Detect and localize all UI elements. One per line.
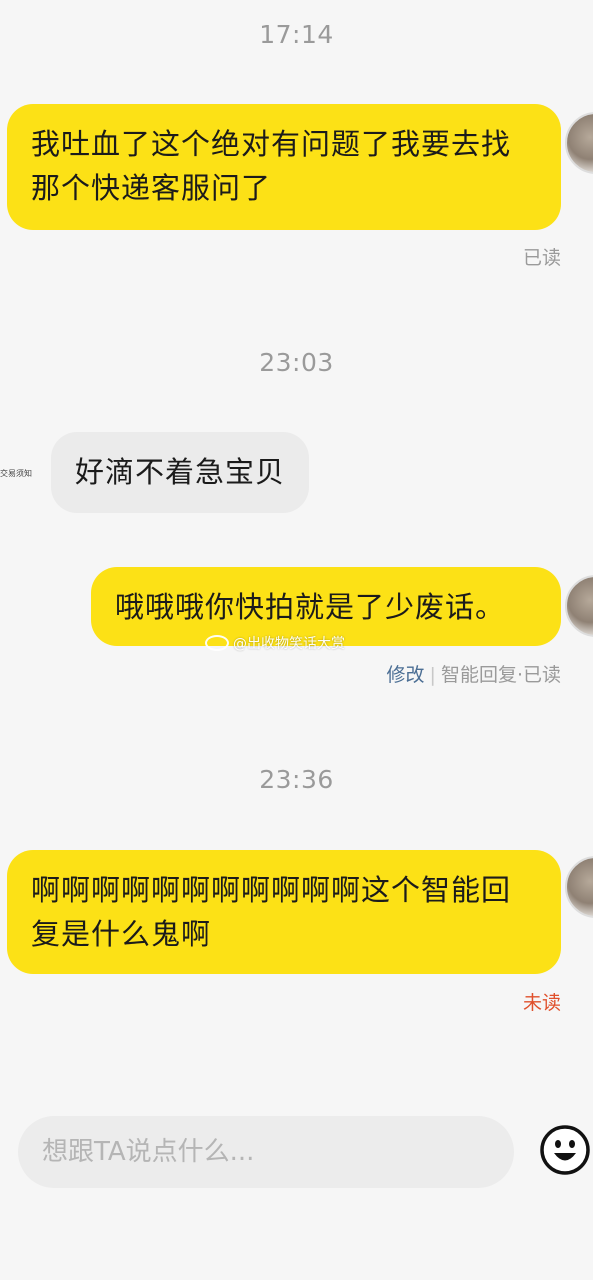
side-caption: 交易须知 — [0, 469, 32, 478]
timestamp: 23:36 — [259, 765, 334, 794]
unread-status: 未读 — [523, 988, 561, 1015]
my-avatar[interactable] — [565, 112, 593, 174]
watermark: @出收物笑话大赏 — [205, 633, 345, 653]
message-input-container — [18, 1116, 514, 1188]
read-status: 已读 — [522, 247, 561, 269]
weibo-logo-icon — [205, 635, 229, 651]
timestamp: 17:14 — [259, 20, 334, 49]
edit-link[interactable]: 修改 — [387, 664, 425, 686]
smiley-face-icon[interactable] — [539, 1124, 591, 1176]
their-message-bubble[interactable]: 好滴不着急宝贝 — [51, 432, 310, 513]
my-avatar[interactable] — [565, 856, 593, 918]
smart-reply-read-status: 智能回复·已读 — [440, 664, 561, 686]
unread-label: 未读 — [522, 992, 561, 1014]
timestamp: 23:03 — [259, 348, 334, 377]
status-divider: | — [429, 664, 436, 686]
watermark-text: @出收物笑话大赏 — [233, 636, 345, 652]
my-message-bubble[interactable]: 我吐血了这个绝对有问题了我要去找那个快递客服问了 — [7, 104, 561, 230]
my-message-bubble[interactable]: 啊啊啊啊啊啊啊啊啊啊啊这个智能回复是什么鬼啊 — [7, 850, 561, 974]
message-text: 我吐血了这个绝对有问题了我要去找那个快递客服问了 — [31, 127, 512, 205]
message-text: 啊啊啊啊啊啊啊啊啊啊啊这个智能回复是什么鬼啊 — [31, 873, 512, 951]
message-text: 哦哦哦你快拍就是了少废话。 — [115, 590, 506, 624]
message-text: 好滴不着急宝贝 — [75, 455, 286, 489]
my-avatar[interactable] — [565, 575, 593, 637]
message-status: 修改 | 智能回复·已读 — [387, 660, 561, 687]
message-input[interactable] — [18, 1116, 514, 1188]
chat-screen: 17:14 我吐血了这个绝对有问题了我要去找那个快递客服问了 已读 23:03 … — [0, 0, 593, 1280]
